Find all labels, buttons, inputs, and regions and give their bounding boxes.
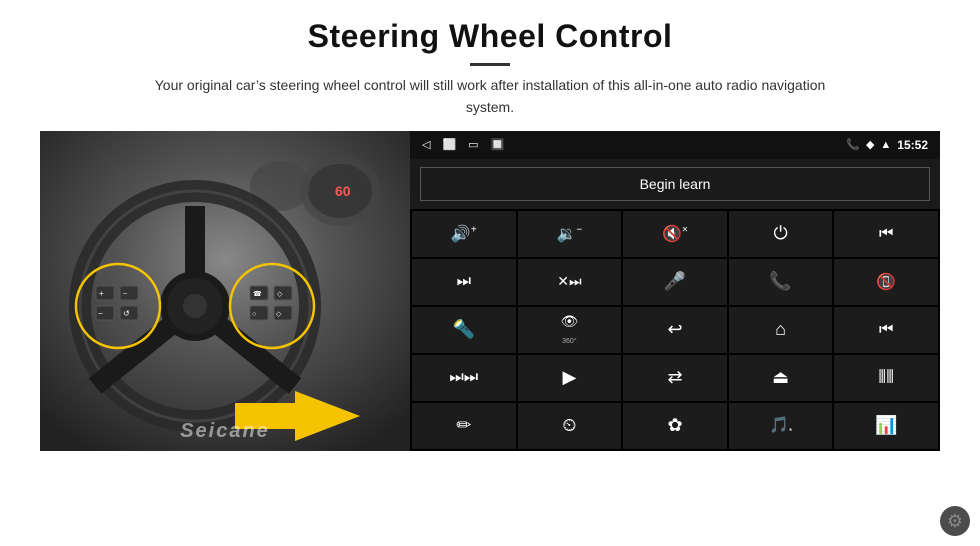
equalizer-icon: ⦀⦀ (878, 367, 894, 388)
vol-down-icon: 🔉− (557, 224, 583, 244)
vol-up-button[interactable]: 🔊+ (412, 211, 516, 257)
back-nav-icon[interactable]: ◁ (422, 138, 430, 151)
flashlight-button[interactable]: 🔦 (412, 307, 516, 353)
vol-down-button[interactable]: 🔉− (518, 211, 622, 257)
swap-icon: ⇄ (667, 367, 682, 388)
svg-text:−: − (98, 309, 103, 318)
gear-icon: ⚙ (947, 511, 963, 532)
page-wrapper: Steering Wheel Control Your original car… (0, 0, 980, 546)
mute-button[interactable]: 🔇× (623, 211, 727, 257)
pen-button[interactable]: ✏ (412, 403, 516, 449)
android-screen: ◁ ⬜ ▭ 🔲 📞 ◆ ▲ 15:52 Begin learn (410, 131, 940, 451)
svg-text:◇: ◇ (277, 291, 283, 298)
back-button[interactable]: ↩ (623, 307, 727, 353)
music-icon: 🎵* (769, 415, 792, 436)
home-icon: ⌂ (775, 319, 786, 340)
steering-wheel-image: 60 (40, 131, 410, 451)
bluetooth-icon: ✿ (667, 415, 682, 436)
status-right: 📞 ◆ ▲ 15:52 (846, 138, 928, 152)
mic-button[interactable]: 🎤 (623, 259, 727, 305)
hang-up-button[interactable]: 📵 (834, 259, 938, 305)
status-left: ◁ ⬜ ▭ 🔲 (422, 138, 504, 151)
skip-next-icon: ⏭ (457, 273, 471, 291)
music-button[interactable]: 🎵* (729, 403, 833, 449)
equalizer-button[interactable]: ⦀⦀ (834, 355, 938, 401)
shuffle-button[interactable]: ✕⏭ (518, 259, 622, 305)
status-bar: ◁ ⬜ ▭ 🔲 📞 ◆ ▲ 15:52 (410, 131, 940, 159)
prev-track-icon: ⏮ (879, 225, 893, 243)
title-section: Steering Wheel Control Your original car… (40, 18, 940, 131)
shuffle-icon: ✕⏭ (557, 273, 581, 290)
content-area: 60 (40, 131, 940, 546)
navigate-icon: ▶ (562, 367, 576, 388)
fast-forward-button[interactable]: ⏭⏭ (412, 355, 516, 401)
fast-forward-icon: ⏭⏭ (449, 369, 478, 387)
phone-call-icon: 📞 (769, 271, 791, 292)
location-icon: ◆ (866, 138, 874, 151)
flashlight-icon: 🔦 (453, 319, 475, 340)
svg-text:↺: ↺ (123, 309, 130, 318)
phone-call-button[interactable]: 📞 (729, 259, 833, 305)
power-icon: ⏻ (773, 223, 787, 244)
mic-icon: 🎤 (664, 271, 686, 292)
svg-text:~: ~ (123, 291, 127, 298)
recent-nav-icon[interactable]: ▭ (468, 138, 478, 151)
subtitle: Your original car’s steering wheel contr… (140, 74, 840, 119)
eject-button[interactable]: ⏏ (729, 355, 833, 401)
eject-icon: ⏏ (772, 367, 789, 388)
clock-button[interactable]: ⏲ (518, 403, 622, 449)
time-display: 15:52 (897, 138, 928, 152)
power-button[interactable]: ⏻ (729, 211, 833, 257)
skip-next-button[interactable]: ⏭ (412, 259, 516, 305)
swap-button[interactable]: ⇄ (623, 355, 727, 401)
back-icon: ↩ (667, 319, 682, 340)
svg-text:☎: ☎ (253, 290, 262, 298)
steering-wheel-svg: 60 (40, 131, 410, 451)
pen-icon: ✏ (456, 415, 471, 436)
phone-status-icon: 📞 (846, 138, 860, 151)
camera-360-button[interactable]: 👁360° (518, 307, 622, 353)
skip-back-icon: ⏮ (879, 321, 893, 339)
begin-learn-area: Begin learn (410, 159, 940, 209)
svg-text:◇: ◇ (276, 311, 282, 318)
equalizer2-button[interactable]: 📊 (834, 403, 938, 449)
page-title: Steering Wheel Control (40, 18, 940, 55)
home-button[interactable]: ⌂ (729, 307, 833, 353)
hang-up-icon: 📵 (876, 272, 896, 292)
skip-back-button[interactable]: ⏮ (834, 307, 938, 353)
home-nav-icon[interactable]: ⬜ (442, 138, 456, 151)
svg-text:+: + (99, 289, 104, 298)
control-button-grid: 🔊+ 🔉− 🔇× ⏻ ⏮ ⏭ ✕⏭ (410, 209, 940, 451)
bluetooth-button[interactable]: ✿ (623, 403, 727, 449)
svg-text:60: 60 (335, 183, 351, 199)
signal-icon: 🔲 (491, 138, 505, 151)
prev-track-button[interactable]: ⏮ (834, 211, 938, 257)
navigate-button[interactable]: ▶ (518, 355, 622, 401)
svg-text:○: ○ (252, 311, 256, 318)
camera-360-icon: 👁360° (561, 313, 579, 346)
clock-icon: ⏲ (562, 415, 576, 436)
mute-icon: 🔇× (662, 224, 688, 244)
equalizer2-icon: 📊 (875, 415, 897, 436)
wifi-signal-icon: ▲ (880, 139, 891, 151)
vol-up-icon: 🔊+ (451, 224, 477, 244)
watermark: Seicane (180, 420, 270, 443)
begin-learn-button[interactable]: Begin learn (420, 167, 930, 201)
title-divider (470, 63, 510, 66)
gear-settings-button[interactable]: ⚙ (940, 506, 970, 536)
